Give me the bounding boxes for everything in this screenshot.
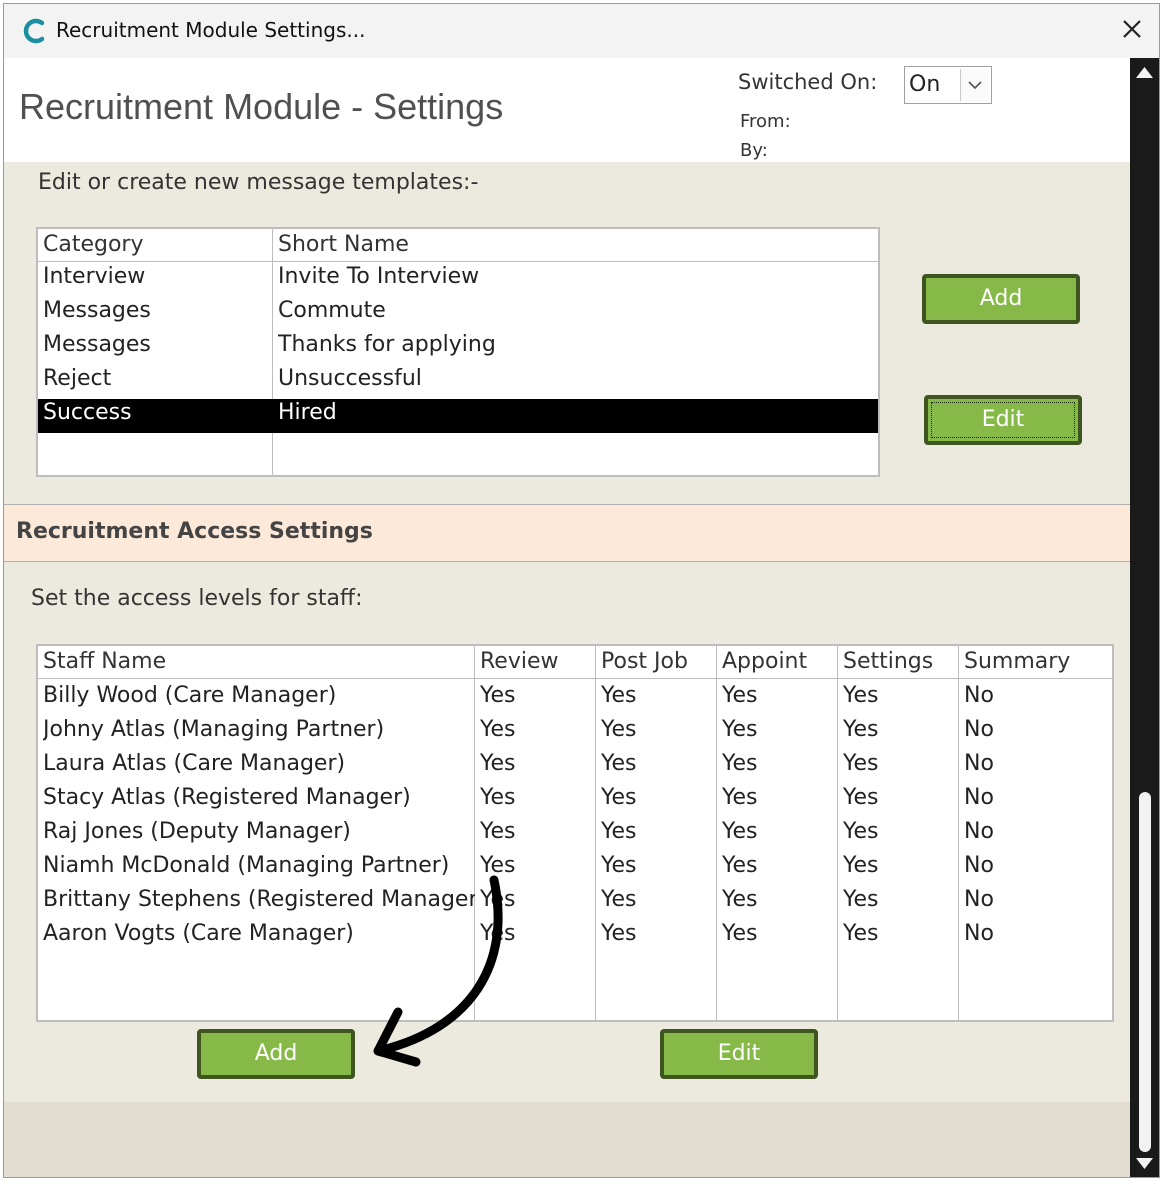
column-header-appoint: Appoint [722,649,808,674]
staff-review-cell[interactable]: Yes [480,751,596,776]
template-short-name[interactable]: Unsuccessful [278,366,422,391]
staff-post-job-cell[interactable]: Yes [601,921,717,946]
templates-section-title: Edit or create new message templates:- [38,170,479,195]
staff-staff-name-cell[interactable]: Raj Jones (Deputy Manager) [43,819,475,844]
add-staff-button[interactable]: Add [197,1029,355,1079]
staff-post-job-cell[interactable]: Yes [601,819,717,844]
template-short-name[interactable]: Thanks for applying [278,332,496,357]
templates-listbox[interactable]: Category Short Name Interview Invite To I… [36,227,880,477]
edit-staff-button[interactable]: Edit [660,1029,818,1079]
staff-appoint-cell[interactable]: Yes [722,751,838,776]
switched-on-select[interactable]: On [904,66,992,104]
staff-post-job-cell[interactable]: Yes [601,751,717,776]
staff-summary-cell[interactable]: No [964,751,1112,776]
switched-on-value: On [909,72,941,97]
staff-post-job-cell[interactable]: Yes [601,785,717,810]
column-header-staff-name: Staff Name [43,649,167,674]
staff-review-cell[interactable]: Yes [480,853,596,878]
staff-settings-cell[interactable]: Yes [843,683,959,708]
staff-review-cell[interactable]: Yes [480,887,596,912]
column-header-short-name: Short Name [278,232,409,257]
staff-appoint-cell[interactable]: Yes [722,921,838,946]
staff-access-listbox[interactable]: Staff Name Review Post Job Appoint Settings S… [36,644,1114,1022]
column-header-summary: Summary [964,649,1071,674]
staff-settings-cell[interactable]: Yes [843,887,959,912]
staff-staff-name-cell[interactable]: Stacy Atlas (Registered Manager) [43,785,475,810]
footer-panel [4,1102,1130,1177]
window-title: Recruitment Module Settings... [56,18,366,42]
staff-settings-cell[interactable]: Yes [843,921,959,946]
column-header-settings: Settings [843,649,934,674]
column-header-post-job: Post Job [601,649,688,674]
scroll-up-icon[interactable] [1134,64,1155,80]
template-short-name[interactable]: Commute [278,298,386,323]
template-category[interactable]: Messages [43,298,151,323]
staff-summary-cell[interactable]: No [964,887,1112,912]
staff-settings-cell[interactable]: Yes [843,785,959,810]
header-divider [38,678,1112,679]
staff-review-cell[interactable]: Yes [480,717,596,742]
staff-post-job-cell[interactable]: Yes [601,683,717,708]
template-row-selected[interactable]: Success Hired [38,399,878,433]
staff-post-job-cell[interactable]: Yes [601,717,717,742]
staff-post-job-cell[interactable]: Yes [601,853,717,878]
dropdown-button[interactable] [960,69,989,101]
staff-summary-cell[interactable]: No [964,819,1112,844]
staff-staff-name-cell[interactable]: Johny Atlas (Managing Partner) [43,717,475,742]
access-settings-band: Recruitment Access Settings [4,504,1130,562]
staff-appoint-cell[interactable]: Yes [722,717,838,742]
staff-settings-cell[interactable]: Yes [843,717,959,742]
close-icon[interactable] [1119,16,1145,42]
template-category[interactable]: Messages [43,332,151,357]
vertical-scrollbar[interactable] [1130,58,1159,1177]
template-category: Success [43,400,132,425]
staff-appoint-cell[interactable]: Yes [722,887,838,912]
add-template-button[interactable]: Add [922,274,1080,324]
template-short-name: Hired [278,400,337,425]
staff-review-cell[interactable]: Yes [480,683,596,708]
column-divider [272,229,273,475]
staff-staff-name-cell[interactable]: Brittany Stephens (Registered Manager) [43,887,475,912]
staff-appoint-cell[interactable]: Yes [722,683,838,708]
staff-staff-name-cell[interactable]: Billy Wood (Care Manager) [43,683,475,708]
staff-summary-cell[interactable]: No [964,717,1112,742]
settings-window: Recruitment Module Settings... Recruitme… [3,3,1160,1178]
access-section-title: Set the access levels for staff: [31,586,363,611]
scroll-down-icon[interactable] [1134,1156,1155,1172]
staff-settings-cell[interactable]: Yes [843,853,959,878]
staff-settings-cell[interactable]: Yes [843,819,959,844]
scrollbar-thumb[interactable] [1139,792,1151,1152]
access-settings-title: Recruitment Access Settings [16,519,373,544]
switched-on-label: Switched On: [738,70,878,94]
staff-post-job-cell[interactable]: Yes [601,887,717,912]
staff-appoint-cell[interactable]: Yes [722,785,838,810]
staff-summary-cell[interactable]: No [964,785,1112,810]
staff-appoint-cell[interactable]: Yes [722,819,838,844]
column-header-category: Category [43,232,144,257]
settings-header: Recruitment Module - Settings Switched O… [4,58,1130,162]
from-label: From: [740,111,791,132]
template-category[interactable]: Interview [43,264,145,289]
staff-staff-name-cell[interactable]: Laura Atlas (Care Manager) [43,751,475,776]
staff-review-cell[interactable]: Yes [480,921,596,946]
staff-staff-name-cell[interactable]: Aaron Vogts (Care Manager) [43,921,475,946]
app-c-logo-icon [23,18,45,44]
column-header-review: Review [480,649,559,674]
staff-review-cell[interactable]: Yes [480,819,596,844]
page-title: Recruitment Module - Settings [19,86,504,127]
title-bar: Recruitment Module Settings... [4,4,1159,58]
staff-summary-cell[interactable]: No [964,683,1112,708]
staff-review-cell[interactable]: Yes [480,785,596,810]
staff-summary-cell[interactable]: No [964,853,1112,878]
template-category[interactable]: Reject [43,366,111,391]
template-short-name[interactable]: Invite To Interview [278,264,479,289]
staff-staff-name-cell[interactable]: Niamh McDonald (Managing Partner) [43,853,475,878]
chevron-down-icon [968,81,982,90]
edit-template-button[interactable]: Edit [924,395,1082,445]
staff-appoint-cell[interactable]: Yes [722,853,838,878]
by-label: By: [740,140,768,161]
staff-summary-cell[interactable]: No [964,921,1112,946]
header-divider [38,261,878,262]
staff-settings-cell[interactable]: Yes [843,751,959,776]
